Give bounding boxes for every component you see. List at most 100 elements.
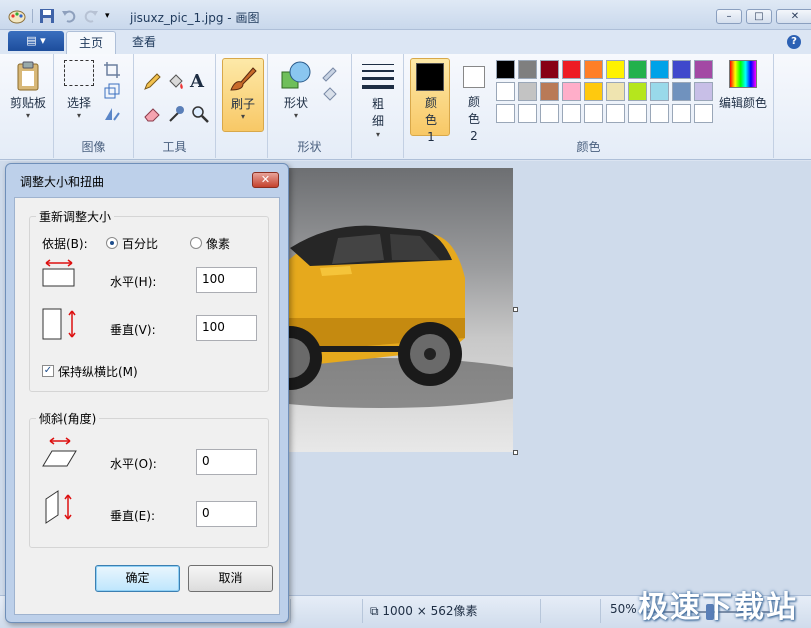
percent-radio[interactable] (106, 237, 118, 249)
palette-swatch[interactable] (540, 60, 559, 79)
undo-icon[interactable] (61, 8, 77, 24)
text-tool-icon[interactable]: A (190, 72, 210, 92)
dialog-close-button[interactable]: ✕ (252, 172, 279, 188)
palette-swatch[interactable] (694, 60, 713, 79)
skew-vertical-input[interactable]: 0 (196, 501, 257, 527)
palette-swatch[interactable] (496, 82, 515, 101)
custom-color-slot[interactable] (606, 104, 625, 123)
help-icon[interactable]: ? (787, 35, 801, 49)
pixels-label: 像素 (206, 237, 231, 251)
color2-button[interactable]: 颜色 2 (454, 58, 494, 143)
brush-label: 刷子 (230, 97, 255, 111)
resize-icon[interactable] (102, 82, 122, 102)
resize-horizontal-input[interactable]: 100 (196, 267, 257, 293)
palette-swatch[interactable] (584, 82, 603, 101)
custom-color-slot[interactable] (650, 104, 669, 123)
pencil-icon[interactable] (142, 72, 162, 92)
minimize-button[interactable]: – (716, 9, 742, 24)
eraser-icon[interactable] (142, 104, 162, 124)
edit-colors-button[interactable]: 编辑颜色 (714, 60, 772, 111)
custom-color-slot[interactable] (562, 104, 581, 123)
shapes-icon (280, 60, 312, 90)
custom-color-slot[interactable] (694, 104, 713, 123)
clipboard-icon (14, 60, 42, 92)
site-watermark: 极速下载站 (638, 590, 798, 625)
maximize-button[interactable]: □ (746, 9, 772, 24)
color-picker-icon[interactable] (166, 104, 186, 124)
custom-color-slot[interactable] (672, 104, 691, 123)
group-tools: A 工具 (134, 54, 216, 158)
color1-button[interactable]: 颜色 1 (410, 58, 450, 144)
group-clipboard: 剪贴板 ▾ (0, 54, 54, 158)
percent-label: 百分比 (122, 237, 159, 251)
palette-swatch[interactable] (518, 60, 537, 79)
skew-horizontal-input[interactable]: 0 (196, 449, 257, 475)
shapes-label: 形状 (283, 96, 308, 110)
palette-swatch[interactable] (650, 82, 669, 101)
keep-ratio-checkbox[interactable]: ✓ (42, 365, 54, 377)
pixels-radio[interactable] (190, 237, 202, 249)
keep-ratio-label: 保持纵横比(M) (58, 365, 138, 379)
brush-button[interactable]: 刷子 ▾ (222, 58, 264, 132)
palette-swatch[interactable] (562, 82, 581, 101)
resize-legend: 重新调整大小 (36, 208, 115, 225)
custom-color-slot[interactable] (584, 104, 603, 123)
custom-color-slot[interactable] (540, 104, 559, 123)
palette-swatch[interactable] (584, 60, 603, 79)
crop-icon[interactable] (102, 60, 122, 80)
ribbon-tabs: ▤ ▾ 主页 查看 ? (0, 30, 811, 54)
save-icon[interactable] (39, 8, 55, 24)
fill-icon[interactable] (166, 72, 186, 92)
tab-view[interactable]: 查看 (120, 31, 168, 54)
custom-color-slot[interactable] (518, 104, 537, 123)
color2-swatch (463, 66, 485, 88)
car-image (280, 225, 513, 408)
chevron-down-icon: ▾ (293, 111, 298, 120)
paint-menu-button[interactable]: ▤ ▾ (8, 31, 64, 51)
skew-horizontal-label: 水平(O): (110, 457, 157, 471)
resize-handle-right[interactable] (513, 307, 518, 312)
rotate-icon[interactable] (102, 104, 122, 124)
redo-icon[interactable] (83, 8, 99, 24)
brush-icon (227, 62, 259, 94)
image-canvas[interactable] (280, 168, 513, 452)
close-button[interactable]: ✕ (776, 9, 811, 24)
palette-swatch[interactable] (628, 60, 647, 79)
customize-toolbar-icon[interactable]: ▾ (105, 8, 115, 24)
palette-swatch[interactable] (672, 60, 691, 79)
tab-home[interactable]: 主页 (66, 31, 117, 54)
clipboard-label: 剪贴板 (9, 96, 46, 110)
edit-colors-label: 编辑颜色 (718, 96, 767, 110)
magnifier-icon[interactable] (190, 104, 210, 124)
resize-handle-corner[interactable] (513, 450, 518, 455)
resize-skew-dialog: 调整大小和扭曲 ✕ 重新调整大小 依据(B): 百分比 像素 水平(H): 10… (5, 163, 289, 623)
resize-vertical-input[interactable]: 100 (196, 315, 257, 341)
group-image: 选择 ▾ 图像 (54, 54, 134, 158)
size-button[interactable]: 粗细 ▾ (358, 62, 398, 140)
select-button[interactable]: 选择 ▾ (60, 60, 98, 121)
rainbow-icon (729, 60, 757, 88)
image-size-text: 1000 × 562像素 (382, 604, 478, 618)
vertical-resize-icon (42, 307, 82, 341)
palette-swatch[interactable] (562, 60, 581, 79)
palette-swatch[interactable] (606, 82, 625, 101)
custom-color-slot[interactable] (628, 104, 647, 123)
cancel-button[interactable]: 取消 (188, 565, 273, 592)
tools-group-label: 工具 (162, 140, 187, 154)
palette-swatch[interactable] (694, 82, 713, 101)
ok-button[interactable]: 确定 (95, 565, 180, 592)
select-label: 选择 (66, 96, 91, 110)
palette-swatch[interactable] (540, 82, 559, 101)
shape-fill-icon[interactable] (320, 84, 340, 104)
palette-swatch[interactable] (496, 60, 515, 79)
palette-swatch[interactable] (672, 82, 691, 101)
palette-swatch[interactable] (628, 82, 647, 101)
paste-button[interactable]: 剪贴板 ▾ (8, 60, 48, 121)
shapes-button[interactable]: 形状 ▾ (274, 60, 318, 121)
palette-swatch[interactable] (606, 60, 625, 79)
custom-color-slot[interactable] (496, 104, 515, 123)
paint-app-icon[interactable] (8, 8, 26, 24)
outline-icon[interactable] (320, 62, 340, 82)
palette-swatch[interactable] (518, 82, 537, 101)
palette-swatch[interactable] (650, 60, 669, 79)
